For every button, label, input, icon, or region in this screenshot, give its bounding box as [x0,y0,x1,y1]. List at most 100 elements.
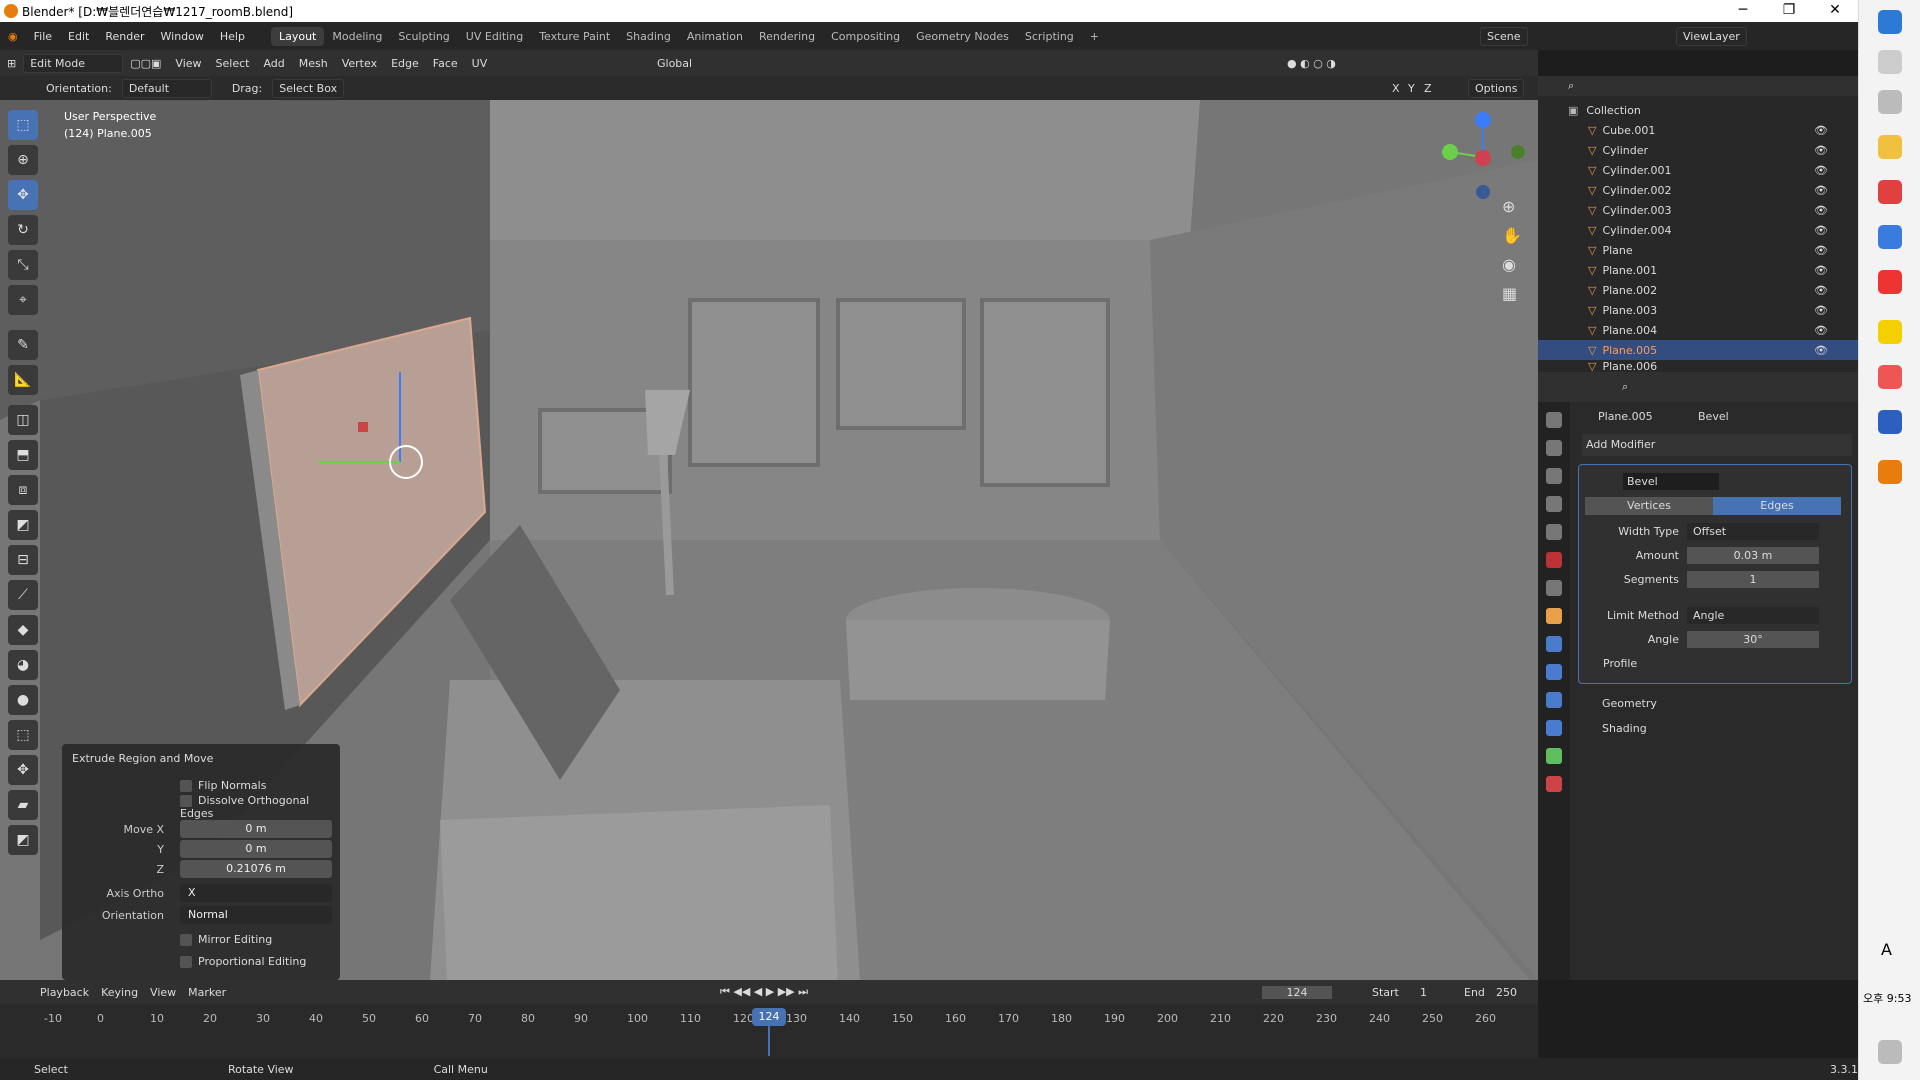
tab-geometry-nodes[interactable]: Geometry Nodes [908,27,1017,46]
close-button[interactable]: ✕ [1812,0,1858,22]
move-z-field[interactable]: 0.21076 m [180,860,332,878]
menu-edit[interactable]: Edit [60,30,97,43]
collection-tab-icon[interactable] [1546,580,1562,596]
orientation-select-op[interactable]: Normal [180,906,332,924]
menu-window[interactable]: Window [153,30,212,43]
end-field[interactable]: 250 [1496,986,1517,999]
output-tab-icon[interactable] [1546,468,1562,484]
pan-hand-icon[interactable]: ✋ [1502,226,1522,245]
object-tab-icon[interactable] [1546,608,1562,624]
mirror-editing-checkbox[interactable] [180,933,192,946]
menu-uv[interactable]: UV [465,57,495,70]
loop-cut-tool-icon[interactable]: ⊟ [8,545,38,575]
y-axis-icon[interactable] [1442,144,1458,160]
flip-normals-checkbox[interactable] [180,779,192,792]
calculator-icon[interactable] [1878,225,1902,249]
tab-scripting[interactable]: Scripting [1017,27,1082,46]
material-tab-icon[interactable] [1546,776,1562,792]
search-icon[interactable] [1878,50,1902,74]
transform-orientation[interactable]: Global [650,57,699,70]
add-workspace-button[interactable]: + [1082,27,1107,46]
tool-tab-icon[interactable] [1546,412,1562,428]
width-type-select[interactable]: Offset [1687,523,1819,540]
edges-toggle[interactable]: Edges [1713,497,1841,515]
outliner-item[interactable]: Cylinder.002 [1602,184,1671,197]
file-explorer-icon[interactable] [1878,135,1902,159]
tab-sculpting[interactable]: Sculpting [390,27,457,46]
dissolve-checkbox[interactable] [180,795,192,807]
outliner-search[interactable]: ⌕ [1568,79,1574,93]
keying-menu[interactable]: Keying [101,986,138,999]
add-cube-tool-icon[interactable]: ◫ [8,405,38,435]
select-mode-icons[interactable]: ▢▢▣ [123,57,168,70]
tab-uv-editing[interactable]: UV Editing [458,27,531,46]
constraints-tab-icon[interactable] [1546,720,1562,736]
view-layer-tab-icon[interactable] [1546,496,1562,512]
shear-tool-icon[interactable]: ▰ [8,790,38,820]
collection-label[interactable]: Collection [1586,104,1640,117]
shading-subpanel[interactable]: Shading [1602,722,1647,735]
orientation-selector[interactable]: Default [121,78,212,98]
menu-mesh[interactable]: Mesh [292,57,335,70]
edge-slide-tool-icon[interactable]: ⬚ [8,720,38,750]
move-tool-icon[interactable]: ✥ [8,180,38,210]
marker-menu[interactable]: Marker [188,986,226,999]
word-icon[interactable] [1878,410,1902,434]
angle-field[interactable]: 30° [1687,631,1819,648]
timeline-view-menu[interactable]: View [150,986,176,999]
task-view-icon[interactable] [1878,90,1902,114]
data-tab-icon[interactable] [1546,748,1562,764]
transform-tool-icon[interactable]: ⌖ [8,285,38,315]
outliner-item[interactable]: Cylinder.001 [1602,164,1671,177]
proportional-editing-checkbox[interactable] [180,955,192,968]
maximize-button[interactable]: ❐ [1766,0,1812,22]
geometry-subpanel[interactable]: Geometry [1602,697,1657,710]
tab-texture-paint[interactable]: Texture Paint [531,27,618,46]
menu-face[interactable]: Face [426,57,465,70]
menu-render[interactable]: Render [97,30,152,43]
segments-field[interactable]: 1 [1687,571,1819,588]
measure-tool-icon[interactable]: 📐 [8,365,38,395]
menu-vertex[interactable]: Vertex [335,57,384,70]
mode-selector[interactable]: Edit Mode [23,53,124,73]
cursor-tool-icon[interactable]: ⊕ [8,145,38,175]
scale-tool-icon[interactable]: ⤡ [8,250,38,280]
grid-icon[interactable]: ▦ [1502,284,1517,303]
kakaotalk-icon[interactable] [1878,320,1902,344]
blender-taskbar-icon[interactable] [1878,460,1902,484]
tab-compositing[interactable]: Compositing [823,27,908,46]
world-tab-icon[interactable] [1546,552,1562,568]
mirror-axis-z[interactable]: Z [1424,82,1432,95]
notification-icon[interactable] [1878,1040,1902,1064]
axis-ortho-select[interactable]: X [180,884,332,902]
outliner-item[interactable]: Cube.001 [1602,124,1655,137]
outliner-item[interactable]: Plane.001 [1602,264,1657,277]
scene-tab-icon[interactable] [1546,524,1562,540]
outliner-item[interactable]: Plane.002 [1602,284,1657,297]
options-dropdown[interactable]: Options [1468,78,1525,98]
tab-modeling[interactable]: Modeling [324,27,390,46]
editor-type-icon[interactable]: ⊞ [0,57,23,70]
rip-tool-icon[interactable]: ◩ [8,825,38,855]
extrude-tool-icon[interactable]: ⬒ [8,440,38,470]
viewlayer-selector[interactable]: ViewLayer [1676,26,1747,46]
render-tab-icon[interactable] [1546,440,1562,456]
minimize-button[interactable]: ─ [1720,0,1766,22]
outliner-item[interactable]: Plane [1602,244,1632,257]
ime-indicator[interactable]: A [1881,940,1892,959]
tab-rendering[interactable]: Rendering [751,27,823,46]
limit-method-select[interactable]: Angle [1687,607,1819,624]
modifier-name-field[interactable]: Bevel [1623,473,1719,490]
clock[interactable]: 오후 9:53 [1863,990,1911,1006]
move-y-field[interactable]: 0 m [180,840,332,858]
z-axis-icon[interactable] [1475,112,1491,128]
operator-title[interactable]: Extrude Region and Move [62,744,340,773]
camera-icon[interactable]: ◉ [1502,255,1516,274]
spin-tool-icon[interactable]: ◕ [8,650,38,680]
blender-menu-icon[interactable]: ◉ [0,30,26,43]
outliner-item[interactable]: Cylinder [1602,144,1648,157]
rotate-tool-icon[interactable]: ↻ [8,215,38,245]
properties-search[interactable]: ⌕ [1622,380,1628,394]
inset-tool-icon[interactable]: ⧈ [8,475,38,505]
particles-tab-icon[interactable] [1546,664,1562,680]
